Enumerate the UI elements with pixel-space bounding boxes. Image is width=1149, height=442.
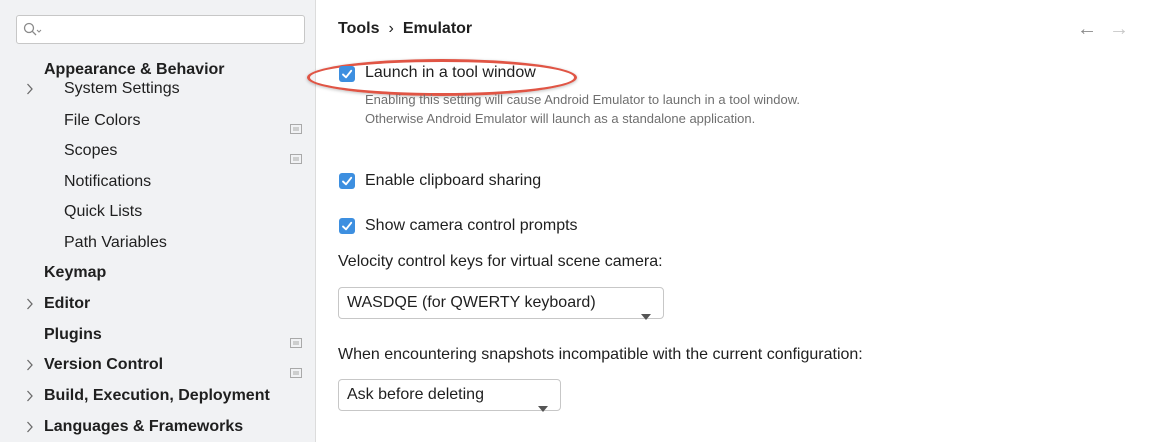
chevron-right-icon[interactable] (26, 350, 38, 380)
search-input[interactable] (16, 15, 305, 44)
project-scope-icon (290, 115, 302, 134)
breadcrumb-parent[interactable]: Tools (338, 20, 379, 37)
sidebar-item-scopes[interactable]: Scopes (0, 136, 316, 166)
chevron-right-icon[interactable] (26, 289, 38, 319)
sidebar-item-quick-lists[interactable]: Quick Lists (0, 197, 316, 227)
sidebar-item-path-variables[interactable]: Path Variables (0, 228, 316, 258)
sidebar-item-languages-frameworks[interactable]: Languages & Frameworks (0, 412, 316, 442)
sidebar-item-label: Build, Execution, Deployment (44, 387, 270, 404)
sidebar-item-file-colors[interactable]: File Colors (0, 106, 316, 136)
camera-prompts-label[interactable]: Show camera control prompts (365, 217, 578, 235)
sidebar-item-label: Plugins (44, 326, 102, 343)
launch-tool-window-description: Enabling this setting will cause Android… (365, 92, 801, 126)
checkmark-icon (342, 69, 353, 79)
project-scope-icon (290, 145, 302, 164)
settings-content: Tools › Emulator ←→ Launch in a tool windo… (307, 0, 1149, 442)
project-scope-icon (290, 329, 302, 348)
sidebar-item-label: File Colors (64, 112, 141, 129)
checkmark-icon (342, 221, 353, 231)
settings-sidebar: Appearance & Behavior System Settings Fi… (0, 0, 316, 442)
search-icon (23, 22, 43, 43)
breadcrumb-current: Emulator (402, 20, 473, 37)
chevron-right-icon[interactable] (26, 74, 38, 104)
checkmark-icon (342, 176, 353, 186)
velocity-keys-dropdown[interactable]: WASDQE (for QWERTY keyboard) (338, 287, 664, 320)
back-arrow-icon[interactable]: ← (1077, 18, 1109, 40)
camera-prompts-checkbox[interactable] (339, 218, 355, 234)
sidebar-item-label: Keymap (44, 264, 107, 281)
launch-tool-window-label[interactable]: Launch in a tool window (365, 64, 536, 82)
sidebar-item-label: Version Control (44, 356, 164, 373)
clipboard-sharing-label[interactable]: Enable clipboard sharing (365, 172, 541, 190)
velocity-label: Velocity control keys for virtual scene … (338, 253, 663, 270)
breadcrumb-separator: › (388, 20, 394, 37)
history-nav: ←→ (1077, 18, 1129, 41)
sidebar-item-notifications[interactable]: Notifications (0, 167, 316, 197)
sidebar-item-editor[interactable]: Editor (0, 289, 316, 319)
sidebar-item-label: Languages & Frameworks (44, 418, 244, 435)
clipboard-sharing-checkbox[interactable] (339, 173, 355, 189)
project-scope-icon (290, 359, 302, 378)
sidebar-item-label: System Settings (64, 80, 180, 97)
velocity-keys-value: WASDQE (for QWERTY keyboard) (347, 294, 596, 311)
sidebar-item-label: Quick Lists (64, 203, 143, 220)
sidebar-item-plugins[interactable]: Plugins (0, 320, 316, 350)
breadcrumb: Tools › Emulator (338, 20, 472, 38)
snapshot-action-value: Ask before deleting (347, 386, 484, 403)
launch-tool-window-checkbox[interactable] (339, 66, 355, 82)
sidebar-item-keymap[interactable]: Keymap (0, 258, 316, 288)
chevron-right-icon[interactable] (26, 412, 38, 442)
dropdown-arrow-icon (641, 301, 651, 331)
sidebar-item-label: Path Variables (64, 234, 167, 251)
dropdown-arrow-icon (538, 393, 548, 423)
forward-arrow-icon[interactable]: → (1109, 18, 1129, 40)
snapshot-action-dropdown[interactable]: Ask before deleting (338, 379, 561, 412)
snapshot-label: When encountering snapshots incompatible… (338, 346, 863, 363)
chevron-right-icon[interactable] (26, 381, 38, 411)
sidebar-item-system-settings[interactable]: System Settings (0, 74, 316, 104)
sidebar-item-label: Scopes (64, 142, 118, 159)
sidebar-item-version-control[interactable]: Version Control (0, 350, 316, 380)
sidebar-item-label: Editor (44, 295, 91, 312)
sidebar-item-label: Notifications (64, 173, 152, 190)
sidebar-item-build-execution-deployment[interactable]: Build, Execution, Deployment (0, 381, 316, 411)
